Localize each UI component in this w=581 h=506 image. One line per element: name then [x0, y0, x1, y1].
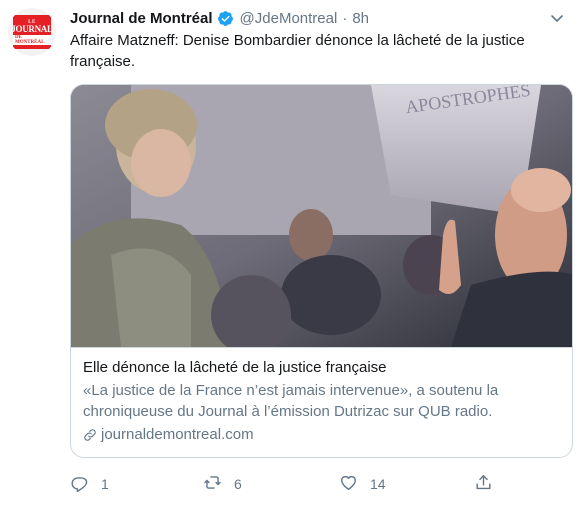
- link-icon: [83, 428, 97, 442]
- chevron-down-icon[interactable]: [549, 10, 565, 26]
- retweet-button[interactable]: 6: [203, 470, 242, 498]
- logo-line-3: DE MONTRÉAL: [13, 34, 51, 45]
- retweet-icon: [203, 473, 222, 495]
- share-button[interactable]: [474, 470, 493, 498]
- tweet-actions: 1 6 14: [70, 470, 510, 498]
- author-handle[interactable]: @JdeMontreal: [240, 10, 338, 27]
- card-domain-text: journaldemontreal.com: [101, 426, 254, 443]
- tweet-text: Affaire Matzneff: Denise Bombardier déno…: [70, 32, 525, 70]
- link-card[interactable]: APOSTROPHES Elle dénonce la lâcheté de l…: [70, 84, 573, 458]
- card-title[interactable]: Elle dénonce la lâcheté de la justice fr…: [83, 358, 562, 378]
- tweet[interactable]: LE JOURNAL DE MONTRÉAL Journal de Montré…: [0, 0, 581, 506]
- tweet-header: Journal de Montréal @JdeMontreal · 8h: [70, 7, 369, 29]
- heart-icon: [339, 473, 358, 495]
- card-image[interactable]: APOSTROPHES: [71, 85, 572, 347]
- author-name[interactable]: Journal de Montréal: [70, 10, 213, 27]
- retweet-count: 6: [234, 476, 242, 492]
- card-description: «La justice de la France n’est jamais in…: [83, 382, 499, 420]
- reply-count: 1: [101, 476, 109, 492]
- verified-badge-icon: [217, 10, 234, 27]
- share-icon: [474, 473, 493, 495]
- reply-icon: [70, 473, 89, 495]
- tweet-timestamp[interactable]: 8h: [352, 10, 369, 27]
- like-count: 14: [370, 476, 386, 492]
- like-button[interactable]: 14: [339, 470, 386, 498]
- card-body: Elle dénonce la lâcheté de la justice fr…: [71, 347, 572, 446]
- card-domain: journaldemontreal.com: [83, 424, 562, 446]
- journal-logo: LE JOURNAL DE MONTRÉAL: [11, 15, 53, 49]
- reply-button[interactable]: 1: [70, 470, 109, 498]
- separator-dot: ·: [342, 9, 348, 27]
- logo-line-2: JOURNAL: [11, 23, 53, 34]
- avatar[interactable]: LE JOURNAL DE MONTRÉAL: [8, 8, 56, 56]
